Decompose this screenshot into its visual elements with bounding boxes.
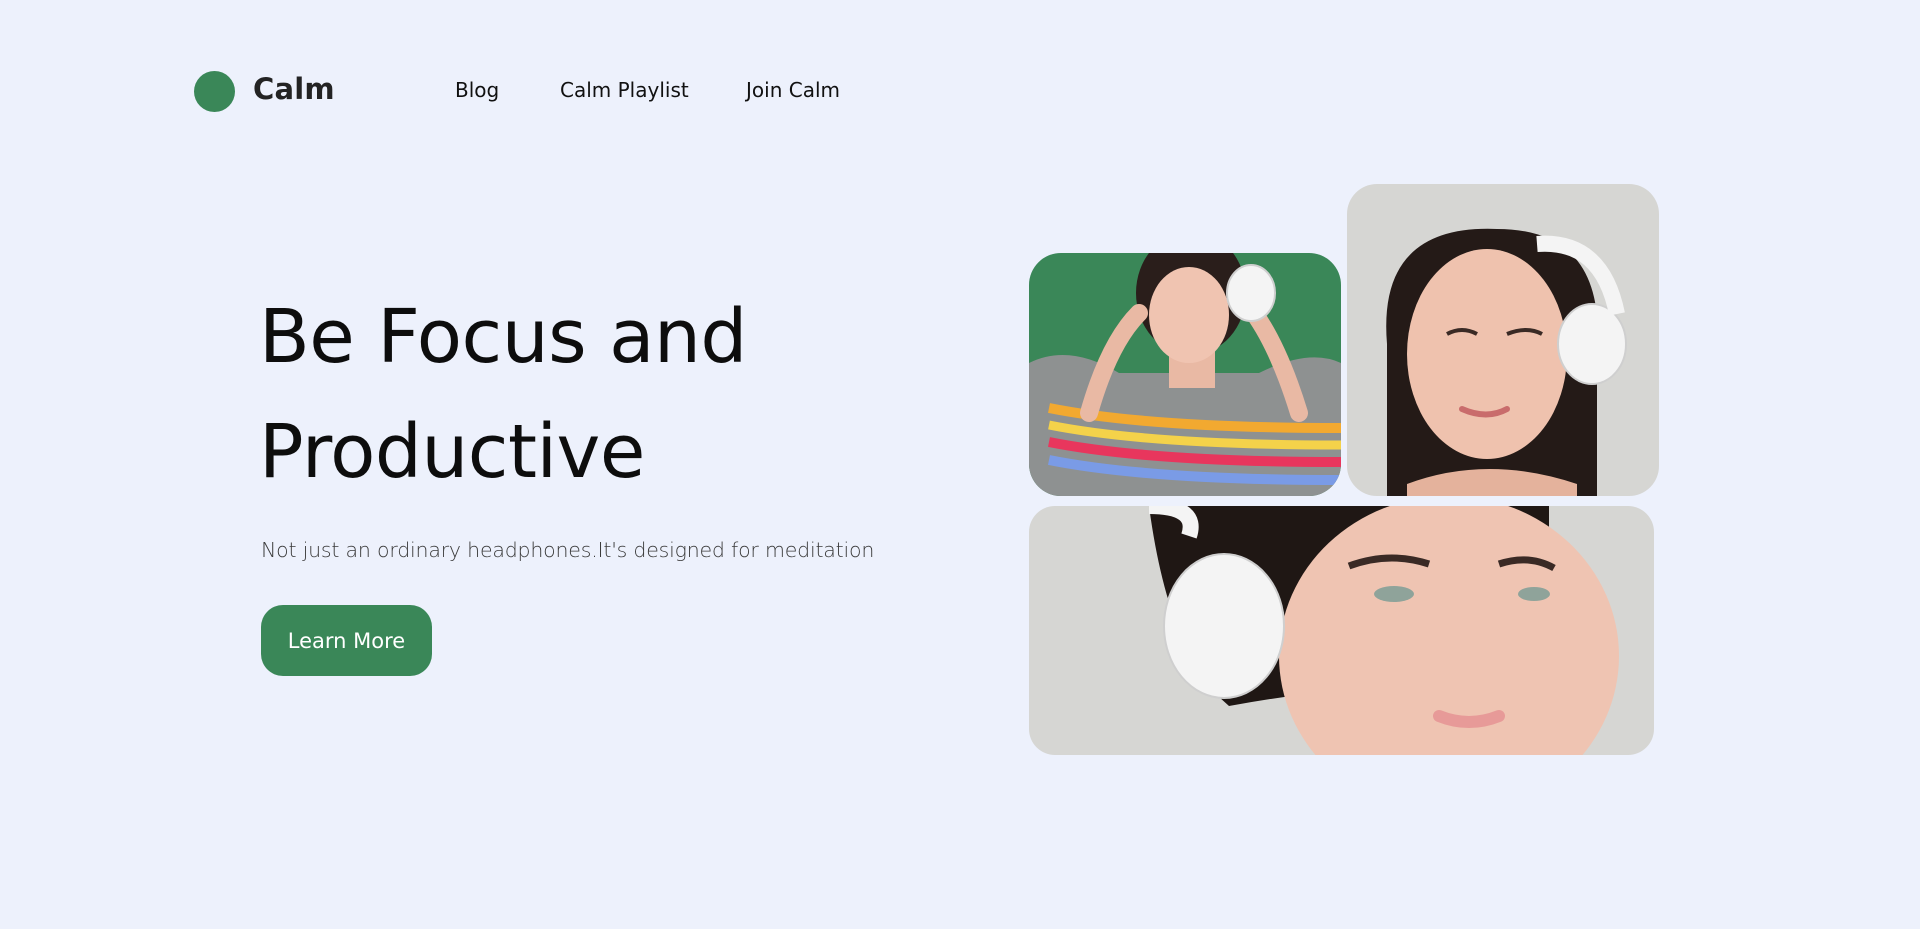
brand-name[interactable]: Calm [253, 72, 335, 106]
nav-link-join-calm[interactable]: Join Calm [746, 78, 840, 102]
landing-page: Calm Blog Calm Playlist Join Calm Be Foc… [0, 0, 1920, 929]
nav-link-calm-playlist[interactable]: Calm Playlist [560, 78, 689, 102]
hero-title: Be Focus and Productive [259, 280, 979, 510]
photo-woman-closeup [1029, 506, 1654, 755]
learn-more-button[interactable]: Learn More [261, 605, 432, 676]
hero-subtitle: Not just an ordinary headphones.It's des… [261, 538, 875, 562]
hero-title-line-1: Be Focus and [259, 294, 747, 380]
photo-woman-green-backdrop [1029, 253, 1341, 496]
nav-link-blog[interactable]: Blog [455, 78, 499, 102]
photo-woman-profile [1347, 184, 1659, 496]
logo-circle-icon[interactable] [194, 71, 235, 112]
hero-title-line-2: Productive [259, 409, 645, 495]
